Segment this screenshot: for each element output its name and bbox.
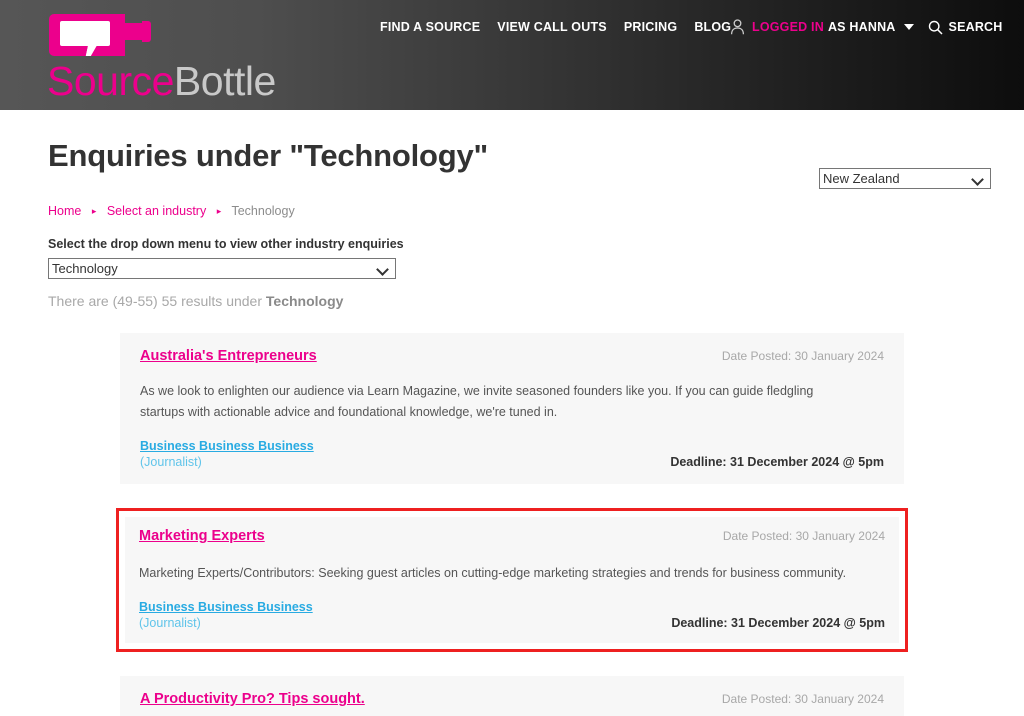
enquiry-date-posted: Date Posted: 30 January 2024	[722, 529, 885, 543]
logo-word-source: Source	[47, 58, 174, 104]
search-label: SEARCH	[948, 20, 1003, 34]
nav-find-a-source[interactable]: FIND A SOURCE	[380, 20, 480, 34]
breadcrumb-home[interactable]: Home	[48, 204, 81, 218]
enquiry-outlet: Business Business Business (Journalist)	[139, 599, 313, 631]
site-logo[interactable]: SourceBottle	[47, 14, 276, 104]
search-icon	[928, 20, 949, 35]
enquiry-outlet-role: (Journalist)	[140, 455, 202, 469]
enquiry-title-link[interactable]: Marketing Experts	[139, 528, 265, 544]
enquiry-deadline: Deadline: 31 December 2024 @ 5pm	[670, 455, 884, 469]
industry-filter-label: Select the drop down menu to view other …	[48, 237, 404, 251]
results-summary: There are (49-55) 55 results under Techn…	[48, 293, 1024, 309]
site-header: SourceBottle FIND A SOURCE VIEW CALL OUT…	[0, 0, 1024, 110]
enquiry-title-link[interactable]: Australia's Entrepreneurs	[140, 348, 317, 364]
nav-blog[interactable]: BLOG	[694, 20, 731, 34]
breadcrumb-select-industry[interactable]: Select an industry	[107, 204, 206, 218]
nav-pricing[interactable]: PRICING	[624, 20, 678, 34]
enquiry-card[interactable]: A Productivity Pro? Tips sought. Date Po…	[120, 676, 904, 716]
main-navigation: FIND A SOURCE VIEW CALL OUTS PRICING BLO…	[380, 20, 731, 34]
search-button[interactable]: SEARCH	[928, 20, 1003, 35]
bottle-speech-bubble-icon	[49, 14, 154, 56]
results-summary-prefix: There are (49-55) 55 results under	[48, 293, 266, 309]
results-summary-category: Technology	[265, 293, 344, 309]
breadcrumb-current: Technology	[231, 204, 295, 218]
breadcrumb-separator-icon: ▸	[91, 206, 97, 216]
logged-in-username: AS HANNA	[827, 20, 896, 34]
enquiry-outlet-role: (Journalist)	[139, 616, 201, 630]
enquiry-outlet-link[interactable]: Business Business Business	[140, 439, 314, 454]
enquiry-description: Marketing Experts/Contributors: Seeking …	[139, 566, 847, 580]
enquiry-date-posted: Date Posted: 30 January 2024	[721, 349, 884, 363]
breadcrumb: Home ▸ Select an industry ▸ Technology	[48, 204, 1024, 218]
enquiry-outlet-link[interactable]: Business Business Business	[139, 600, 313, 615]
logo-wordmark: SourceBottle	[47, 58, 276, 104]
enquiry-list: Australia's Entrepreneurs Date Posted: 3…	[0, 333, 1024, 716]
logo-word-bottle: Bottle	[173, 58, 276, 104]
industry-filter: Technology Business & Finance Health & W…	[48, 258, 1024, 279]
page-body: Enquiries under "Technology" New Zealand…	[0, 110, 1024, 716]
country-select[interactable]: New Zealand Australia United States Unit…	[819, 168, 991, 189]
chevron-down-icon[interactable]	[903, 24, 914, 30]
enquiry-title-link[interactable]: A Productivity Pro? Tips sought.	[140, 691, 365, 707]
enquiry-card-highlighted[interactable]: Marketing Experts Date Posted: 30 Januar…	[116, 508, 908, 652]
breadcrumb-separator-icon: ▸	[216, 206, 222, 216]
country-filter: New Zealand Australia United States Unit…	[819, 168, 991, 189]
enquiry-date-posted: Date Posted: 30 January 2024	[721, 692, 884, 706]
enquiry-description: As we look to enlighten our audience via…	[140, 384, 814, 419]
enquiry-outlet: Business Business Business (Journalist)	[140, 438, 314, 470]
industry-select[interactable]: Technology Business & Finance Health & W…	[48, 258, 396, 279]
user-navigation: LOGGED IN AS HANNA SEARCH	[730, 19, 1003, 35]
person-icon	[730, 19, 752, 35]
nav-view-call-outs[interactable]: VIEW CALL OUTS	[497, 20, 607, 34]
enquiry-card[interactable]: Australia's Entrepreneurs Date Posted: 3…	[120, 333, 904, 484]
enquiry-deadline: Deadline: 31 December 2024 @ 5pm	[671, 616, 885, 630]
logged-in-label: LOGGED IN	[752, 20, 824, 34]
account-menu-trigger[interactable]: LOGGED IN AS HANNA	[752, 20, 896, 34]
